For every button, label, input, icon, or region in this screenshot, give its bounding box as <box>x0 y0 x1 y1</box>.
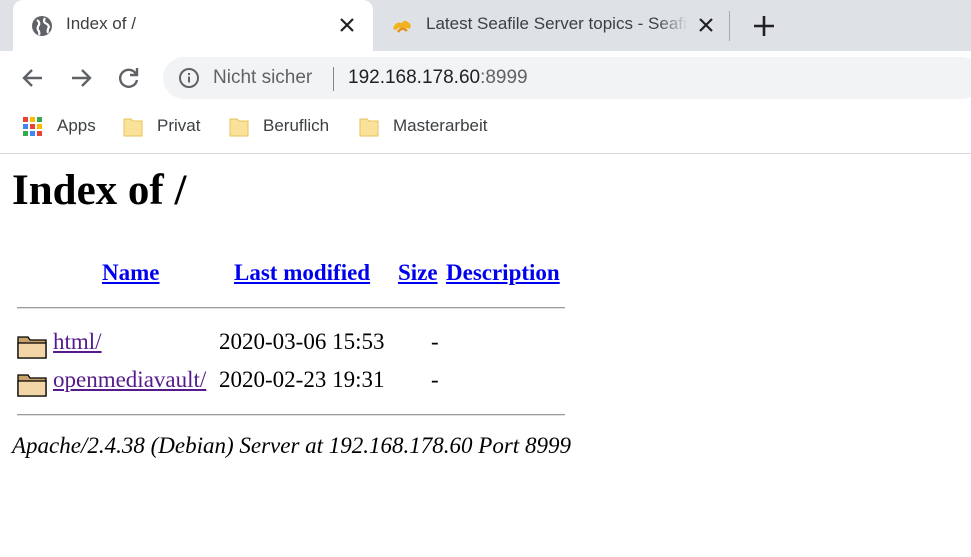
seafile-icon <box>390 14 414 38</box>
url-port: :8999 <box>480 67 528 88</box>
tab-index-of[interactable]: Index of / <box>13 0 373 51</box>
entry-size: - <box>431 329 439 354</box>
bookmark-label: Privat <box>157 116 201 135</box>
close-tab-icon[interactable] <box>336 14 358 36</box>
table-row: openmediavault/ 2020-02-23 19:31 - <box>0 367 700 397</box>
folder-icon <box>17 371 47 397</box>
sort-by-description-link[interactable]: Description <box>446 260 560 286</box>
tab-title: Latest Seafile Server topics - Seafile <box>426 14 688 33</box>
bookmark-beruflich[interactable]: Beruflich <box>228 114 338 138</box>
sort-by-size-link[interactable]: Size <box>398 260 438 286</box>
divider <box>17 414 565 416</box>
page-title: Index of / <box>12 167 187 214</box>
url-text[interactable]: 192.168.178.60:8999 <box>348 67 528 89</box>
divider <box>17 307 565 309</box>
sort-by-name-link[interactable]: Name <box>102 260 159 286</box>
security-status[interactable]: Nicht sicher <box>213 67 312 89</box>
tab-separator <box>729 11 730 41</box>
bookmark-label: Apps <box>57 116 96 135</box>
table-row: html/ 2020-03-06 15:53 - <box>0 329 700 359</box>
sort-by-last-modified-link[interactable]: Last modified <box>234 260 370 286</box>
folder-icon <box>17 333 47 359</box>
reload-icon[interactable] <box>116 65 142 91</box>
bookmark-label: Beruflich <box>263 116 330 135</box>
close-tab-icon[interactable] <box>695 14 717 36</box>
globe-icon <box>30 14 54 38</box>
folder-icon <box>122 116 144 138</box>
entry-size: - <box>431 367 439 392</box>
bookmark-label: Masterarbeit <box>393 116 488 135</box>
back-arrow-icon[interactable] <box>20 65 46 91</box>
server-signature: Apache/2.4.38 (Debian) Server at 192.168… <box>12 433 571 458</box>
bookmarks-bar: Apps Privat Beruflich Masterarbeit <box>0 104 971 154</box>
bookmark-apps[interactable]: Apps <box>22 114 112 138</box>
tab-title: Index of / <box>66 14 136 33</box>
entry-link-html[interactable]: html/ <box>53 329 102 355</box>
url-host: 192.168.178.60 <box>348 67 481 88</box>
address-bar[interactable]: Nicht sicher 192.168.178.60:8999 <box>163 57 971 99</box>
page-content: Index of / Name Last modified Size Descr… <box>0 154 971 557</box>
entry-modified: 2020-02-23 19:31 <box>219 367 385 392</box>
bookmark-privat[interactable]: Privat <box>122 114 212 138</box>
entry-modified: 2020-03-06 15:53 <box>219 329 385 354</box>
apps-grid-icon <box>22 116 44 138</box>
navigation-toolbar: Nicht sicher 192.168.178.60:8999 <box>0 51 971 104</box>
omnibox-divider <box>333 67 334 91</box>
forward-arrow-icon[interactable] <box>68 65 94 91</box>
entry-link-openmediavault[interactable]: openmediavault/ <box>53 367 206 393</box>
bookmark-masterarbeit[interactable]: Masterarbeit <box>358 114 498 138</box>
tab-strip: Index of / Latest Seafile Server topics … <box>0 0 971 51</box>
info-icon[interactable] <box>178 67 200 89</box>
folder-icon <box>228 116 250 138</box>
new-tab-icon[interactable] <box>751 13 777 39</box>
tab-seafile[interactable]: Latest Seafile Server topics - Seafile <box>373 0 723 51</box>
folder-icon <box>358 116 380 138</box>
